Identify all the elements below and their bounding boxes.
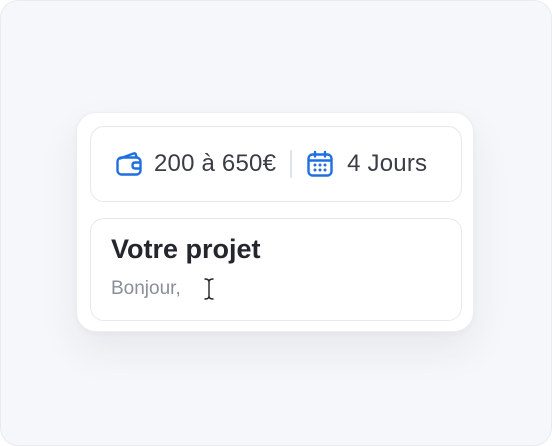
wallet-icon [113,148,145,180]
divider [290,150,293,178]
text-cursor-icon [203,277,215,301]
message-title: Votre projet [111,234,261,264]
message-text[interactable]: Bonjour, [111,278,181,300]
project-card: 200 à 650€ 4 Jours Votre projet Bonjour, [76,112,474,332]
duration-label: 4 Jours [347,150,428,177]
budget-range: 200 à 650€ [154,150,277,177]
project-message-field[interactable]: Votre projet Bonjour, [90,218,462,321]
calendar-icon [304,148,336,180]
info-bar: 200 à 650€ 4 Jours [90,126,462,202]
